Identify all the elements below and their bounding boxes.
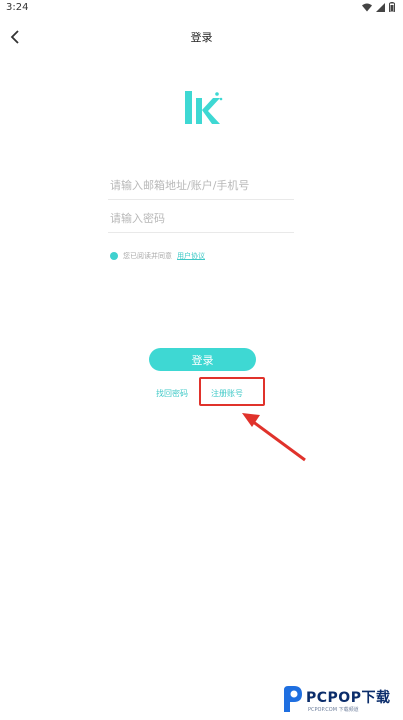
status-time: 3:24 xyxy=(6,2,29,13)
agreement-row: 您已阅读并同意 用户协议 xyxy=(110,251,205,261)
app-logo-icon xyxy=(185,91,223,124)
login-button[interactable]: 登录 xyxy=(149,348,256,371)
agreement-checkbox[interactable] xyxy=(110,252,118,260)
page-title: 登录 xyxy=(190,31,213,44)
password-input[interactable] xyxy=(108,205,294,233)
status-icons xyxy=(362,2,395,12)
agreement-link[interactable]: 用户协议 xyxy=(177,251,205,261)
watermark-subtext: PCPOP.COM 下载频道 xyxy=(308,707,359,713)
forgot-password-link[interactable]: 找回密码 xyxy=(156,388,188,399)
battery-icon xyxy=(389,2,395,12)
watermark: PCPOP下载 PCPOP.COM 下载频道 xyxy=(278,682,403,720)
watermark-text: PCPOP下载 xyxy=(306,690,391,706)
nav-bar: 登录 xyxy=(0,22,403,52)
status-bar: 3:24 xyxy=(0,0,403,16)
watermark-logo-icon xyxy=(284,686,302,712)
annotation-arrow-icon xyxy=(242,413,306,462)
agreement-text: 您已阅读并同意 xyxy=(123,252,172,260)
account-input[interactable] xyxy=(108,172,294,200)
signal-icon xyxy=(376,2,385,12)
wifi-icon xyxy=(362,3,372,11)
